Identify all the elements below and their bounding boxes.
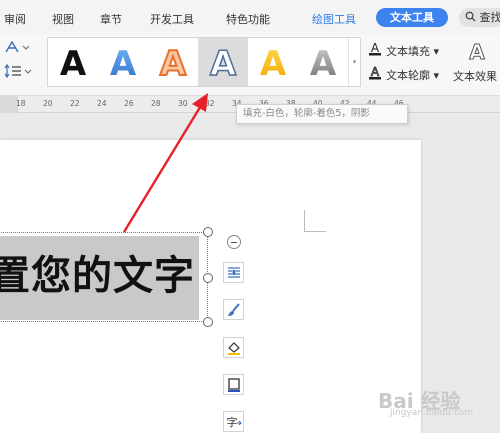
ruler-tick-label: 20	[43, 99, 53, 108]
line-spacing-icon[interactable]	[4, 64, 32, 78]
ruler-tick-label: 22	[70, 99, 80, 108]
tab-review[interactable]: 审阅	[4, 11, 26, 27]
text-effect-icon: A	[469, 40, 486, 62]
paint-bucket-icon	[227, 341, 240, 355]
svg-text:A: A	[260, 44, 287, 82]
svg-text:A: A	[469, 40, 485, 62]
svg-text:A: A	[310, 44, 337, 82]
text-fill-button[interactable]: 文本填充 ▾	[386, 43, 439, 59]
ruler-tick-label: 24	[97, 99, 107, 108]
watermark-url: jingyan.baidu.com	[390, 408, 474, 418]
text-style-gray[interactable]: A	[298, 38, 348, 86]
tab-developer-tools[interactable]: 开发工具	[150, 11, 194, 27]
text-style-orange-outline[interactable]: A	[148, 38, 198, 86]
gallery-more-button[interactable]: ▾	[348, 38, 360, 86]
tab-drawing-tools[interactable]: 绘图工具	[312, 11, 356, 27]
style-tooltip: 填充-白色，轮廓-着色5，阴影	[236, 104, 408, 124]
text-direction-button[interactable]: 字	[223, 411, 244, 432]
layout-options-button[interactable]	[223, 262, 244, 283]
text-style-gold[interactable]: A	[248, 38, 298, 86]
ruler-tick-label: 30	[178, 99, 188, 108]
search-icon	[465, 11, 476, 22]
text-style-blue[interactable]: A	[98, 38, 148, 86]
text-style-white-outline-icon: A A	[209, 43, 238, 82]
ruler-tick-label: 28	[151, 99, 161, 108]
text-fill-label: 文本填充	[386, 45, 430, 58]
tab-view[interactable]: 视图	[52, 11, 74, 27]
shape-change-icon[interactable]	[4, 40, 30, 54]
tab-section[interactable]: 章节	[100, 11, 122, 27]
margin-corner-mark	[304, 210, 326, 232]
tab-text-tools[interactable]: 文本工具	[376, 8, 448, 27]
text-fill-icon: A	[369, 42, 381, 56]
resize-handle-bottom-right[interactable]	[203, 317, 213, 327]
svg-text:A: A	[160, 44, 187, 82]
text-wrap-icon	[227, 266, 240, 278]
outline-square-icon	[227, 377, 240, 392]
brush-icon	[227, 302, 240, 316]
tab-special-features[interactable]: 特色功能	[226, 11, 270, 27]
text-style-gold-icon: A	[260, 44, 287, 82]
svg-text:字: 字	[226, 415, 237, 429]
shape-fill-button[interactable]	[223, 337, 244, 358]
text-style-black[interactable]: A	[48, 38, 98, 86]
text-effect-button[interactable]: 文本效果	[453, 68, 497, 84]
text-style-gallery: A A A A A A A ▾	[47, 37, 361, 87]
text-style-blue-icon: A	[110, 44, 137, 82]
text-direction-icon: 字	[226, 415, 242, 429]
text-style-gray-icon: A	[310, 44, 337, 82]
collapse-toolbar-button[interactable]	[227, 235, 241, 249]
format-brush-button[interactable]	[223, 299, 244, 320]
text-outline-icon: A	[369, 66, 381, 80]
search-button[interactable]: 查找	[459, 8, 500, 27]
ruler-tick-label: 18	[16, 99, 26, 108]
ruler-tick-label: 32	[205, 99, 215, 108]
shape-outline-button[interactable]	[223, 374, 244, 395]
resize-handle-top-right[interactable]	[203, 227, 213, 237]
text-style-orange-outline-icon: A	[159, 43, 188, 82]
svg-text:A: A	[60, 44, 87, 82]
resize-handle-right[interactable]	[203, 273, 213, 283]
text-outline-label: 文本轮廓	[386, 69, 430, 82]
ribbon-toolbar: A A A A A A A ▾ A 文本填充 ▾ A 文本轮廓 ▾ A 文本效果	[0, 34, 500, 96]
text-style-white-outline[interactable]: A A	[198, 38, 248, 86]
text-box-selection-frame	[0, 232, 208, 322]
text-outline-button[interactable]: 文本轮廓 ▾	[386, 67, 439, 83]
text-style-black-icon: A	[60, 44, 87, 82]
search-label: 查找	[479, 11, 500, 24]
ruler-tick-label: 26	[124, 99, 134, 108]
svg-text:A: A	[110, 44, 137, 82]
svg-text:A: A	[210, 44, 237, 82]
ribbon-tab-bar: 审阅 视图 章节 开发工具 特色功能 绘图工具 文本工具 查找	[0, 0, 500, 34]
